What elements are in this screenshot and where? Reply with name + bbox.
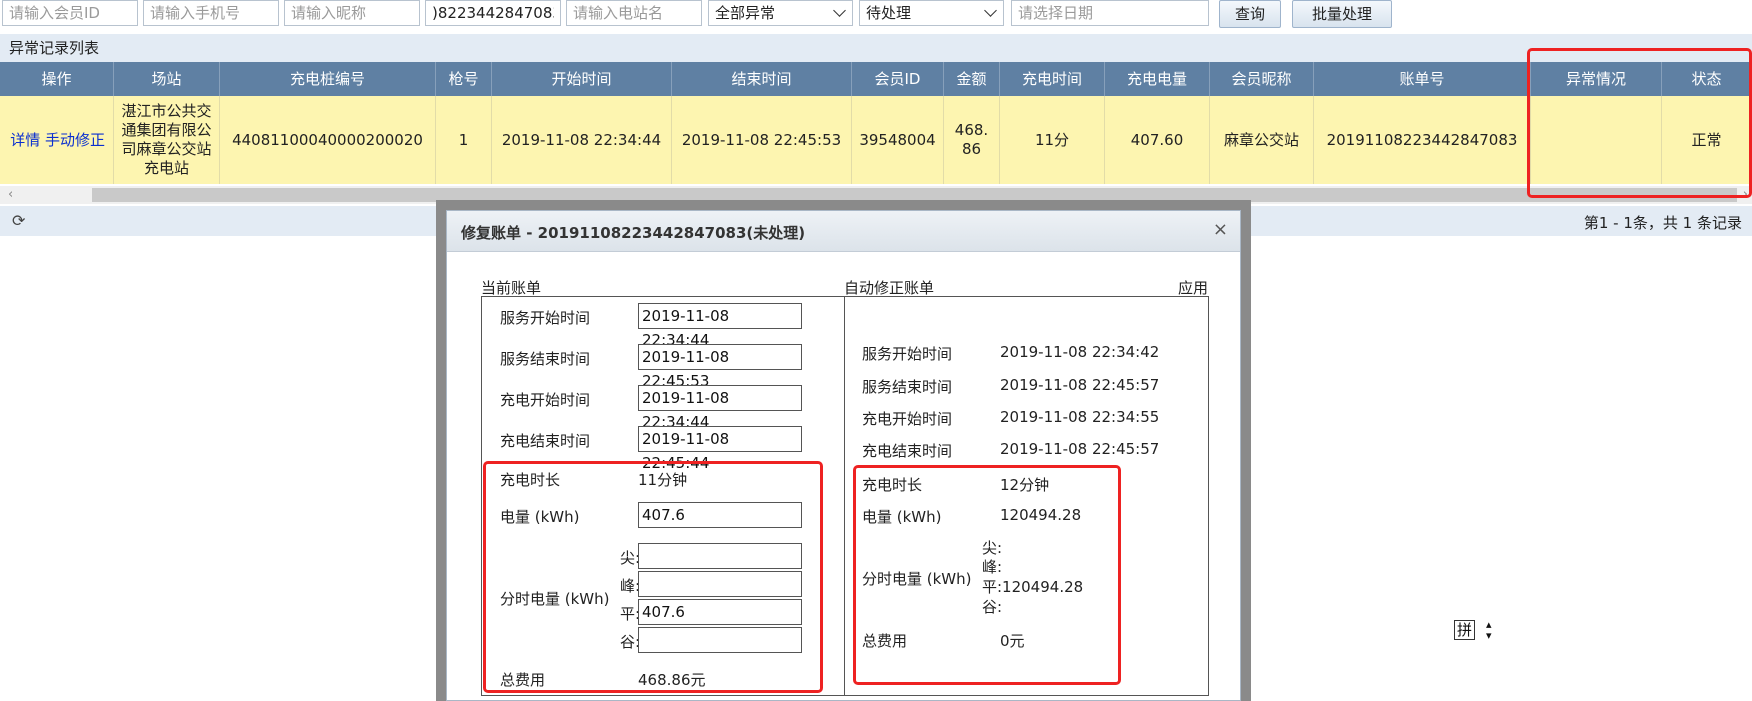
cell-member-id: 39548004 (852, 96, 944, 184)
charge-end-label: 充电结束时间 (500, 432, 591, 450)
service-start-label: 服务开始时间 (500, 309, 591, 327)
close-icon[interactable]: × (1213, 219, 1228, 240)
nickname-input[interactable] (284, 0, 420, 26)
bill-no-input[interactable] (425, 0, 561, 26)
status-select[interactable]: 待处理 (859, 0, 1004, 26)
scroll-left-icon[interactable]: ‹ (8, 187, 13, 202)
cell-bill-no: 20191108223442847083 (1314, 96, 1531, 184)
grid-header: 操作 场站 充电桩编号 枪号 开始时间 结束时间 会员ID 金额 充电时间 充电… (0, 62, 1752, 96)
cell-nickname: 麻章公交站 (1210, 96, 1314, 184)
row-actions: 详情 手动修正 (0, 96, 114, 184)
charge-end-input[interactable]: 2019-11-08 22:45:44 (638, 426, 802, 472)
auto-service-end-value: 2019-11-08 22:45:57 (1000, 376, 1160, 394)
cell-start-time: 2019-11-08 22:34:44 (492, 96, 672, 184)
station-input[interactable] (566, 0, 702, 26)
ime-arrows-icon: ▴ ▾ (1486, 618, 1492, 642)
auto-service-start-value: 2019-11-08 22:34:42 (1000, 343, 1160, 361)
col-header[interactable]: 会员ID (852, 62, 944, 96)
auto-charge-end-value: 2019-11-08 22:45:57 (1000, 440, 1160, 458)
auto-charge-end-label: 充电结束时间 (862, 442, 953, 460)
cell-amount: 468.86 (944, 96, 1000, 184)
auto-charge-start-value: 2019-11-08 22:34:55 (1000, 408, 1160, 426)
dialog-header: 修复账单 - 20191108223442847083(未处理) × (447, 211, 1240, 252)
service-start-input[interactable]: 2019-11-08 22:34:44 (638, 303, 802, 349)
col-header[interactable]: 账单号 (1314, 62, 1531, 96)
detail-link[interactable]: 详情 (10, 131, 40, 150)
chevron-down-icon (833, 4, 846, 17)
col-header[interactable]: 充电电量 (1105, 62, 1210, 96)
exception-select-value: 全部异常 (715, 4, 776, 22)
date-input[interactable] (1011, 0, 1209, 26)
cell-pile-no: 440811000400002000​20 (220, 96, 436, 184)
col-header[interactable]: 充电桩编号 (220, 62, 436, 96)
cell-end-time: 2019-11-08 22:45:53 (672, 96, 852, 184)
ime-pinyin-label: 拼 (1454, 620, 1476, 640)
status-select-value: 待处理 (866, 4, 912, 22)
annotation-box (853, 465, 1121, 685)
filter-bar: 全部异常 待处理 查询 批量处理 (0, 0, 1752, 32)
col-header[interactable]: 金额 (944, 62, 1000, 96)
manual-fix-link[interactable]: 手动修正 (45, 131, 105, 150)
service-end-input[interactable]: 2019-11-08 22:45:53 (638, 344, 802, 390)
query-button[interactable]: 查询 (1219, 0, 1281, 28)
col-header[interactable]: 充电时间 (1000, 62, 1105, 96)
auto-service-end-label: 服务结束时间 (862, 378, 953, 396)
annotation-box (1527, 48, 1752, 198)
member-id-input[interactable] (2, 0, 138, 26)
apply-link[interactable]: 应用 (1178, 277, 1208, 298)
annotation-box (483, 461, 823, 693)
service-end-label: 服务结束时间 (500, 350, 591, 368)
col-header[interactable]: 枪号 (436, 62, 492, 96)
current-bill-label: 当前账单 (481, 279, 542, 297)
auto-service-start-label: 服务开始时间 (862, 345, 953, 363)
batch-process-button[interactable]: 批量处理 (1292, 0, 1392, 28)
auto-charge-start-label: 充电开始时间 (862, 410, 953, 428)
col-header[interactable]: 场站 (114, 62, 220, 96)
phone-input[interactable] (143, 0, 279, 26)
col-header[interactable]: 操作 (0, 62, 114, 96)
col-header[interactable]: 开始时间 (492, 62, 672, 96)
charge-start-label: 充电开始时间 (500, 391, 591, 409)
charge-start-input[interactable]: 2019-11-08 22:34:44 (638, 385, 802, 431)
col-header[interactable]: 结束时间 (672, 62, 852, 96)
dialog-title: 修复账单 - 20191108223442847083(未处理) (461, 224, 806, 242)
pager-info: 第1 - 1条，共 1 条记录 (1583, 214, 1742, 232)
table-row[interactable]: 详情 手动修正 湛江市公共交通集团有限公司麻章公交站充电站 4408110004… (0, 96, 1752, 184)
col-header[interactable]: 会员昵称 (1210, 62, 1314, 96)
ime-indicator[interactable]: 拼 ▴ ▾ (1450, 619, 1502, 643)
panel-title: 异常记录列表 (0, 34, 1752, 62)
cell-energy: 407.60 (1105, 96, 1210, 184)
refresh-icon[interactable]: ⟳ (12, 211, 25, 230)
chevron-down-icon (984, 4, 997, 17)
exception-select[interactable]: 全部异常 (708, 0, 853, 26)
cell-station: 湛江市公共交通集团有限公司麻章公交站充电站 (114, 96, 220, 184)
cell-gun-no: 1 (436, 96, 492, 184)
cell-charge-time: 11分 (1000, 96, 1105, 184)
auto-bill-label: 自动修正账单 (844, 279, 935, 297)
